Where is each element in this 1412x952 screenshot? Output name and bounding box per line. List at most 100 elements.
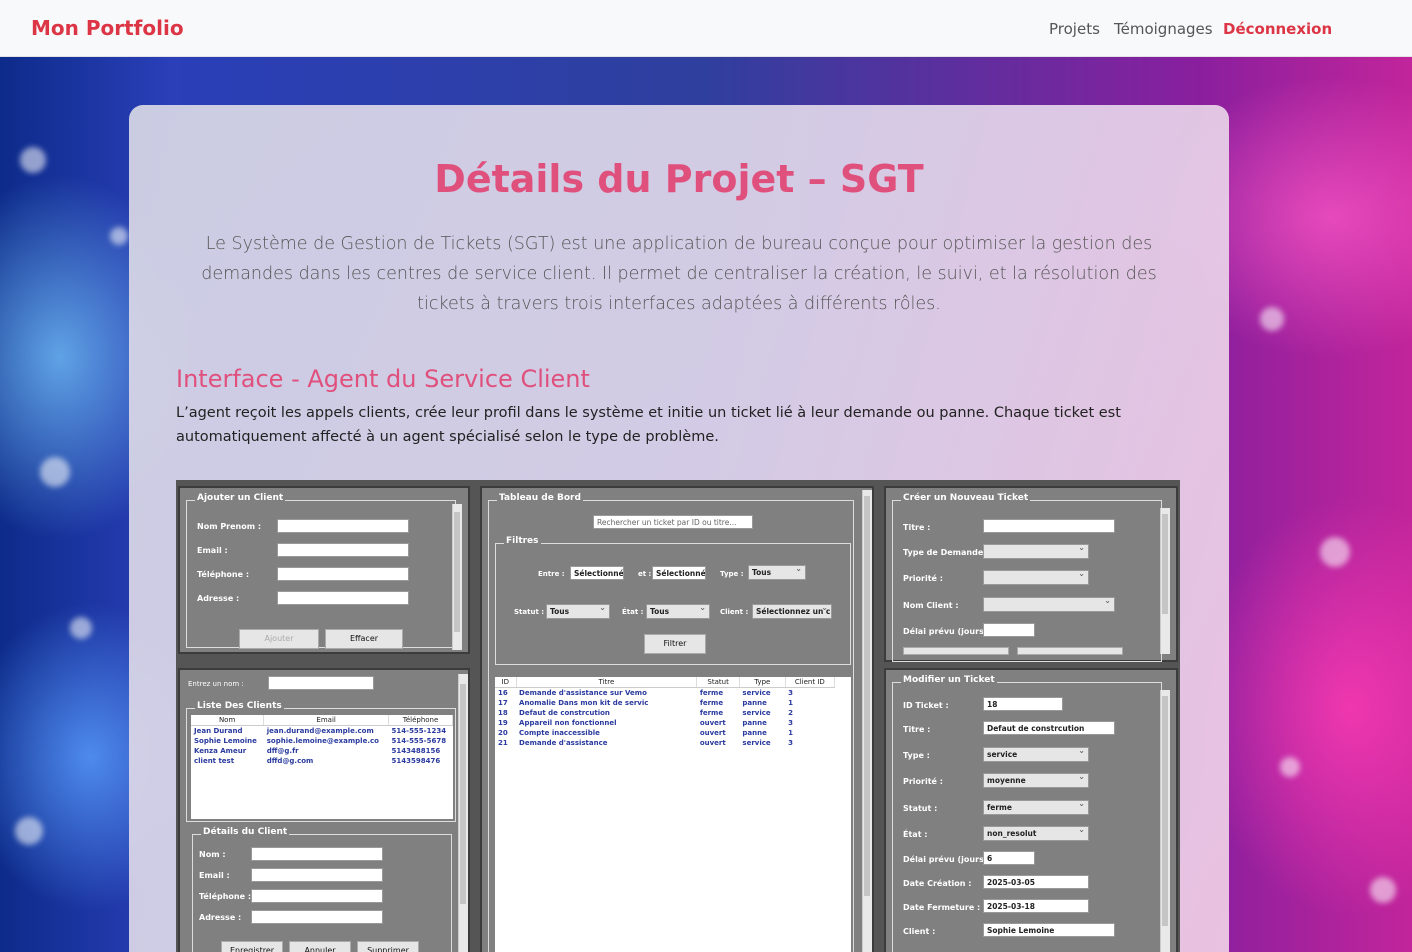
client-search-input[interactable] [268, 676, 374, 690]
edit-etat-select[interactable]: non_resolut [983, 826, 1089, 841]
client-search-label: Entrez un nom : [188, 680, 244, 688]
date-from-picker[interactable]: Sélectionné [570, 566, 624, 580]
filters-title: Filtres [504, 536, 541, 546]
edit-client-input[interactable]: Sophie Lemoine [983, 923, 1115, 937]
tickets-table[interactable]: ID Titre Statut Type Client ID 16 Demande… [495, 677, 851, 952]
new-ticket-type-select[interactable] [983, 544, 1089, 559]
filter-type-label: Type : [720, 570, 744, 578]
delete-client-button[interactable]: Supprimer [357, 941, 419, 952]
edit-ticket-scrollbar[interactable] [1160, 690, 1170, 952]
client-list-table[interactable]: Nom Email Téléphone Jean Durand jean.dura… [191, 715, 453, 819]
label-adresse: Adresse : [197, 594, 240, 603]
type-select[interactable]: Tous [748, 565, 806, 580]
table-row[interactable]: client test dffd@g.com 5143598476 [191, 756, 453, 766]
cancel-client-button[interactable]: Annuler [289, 941, 351, 952]
nom-prenom-input[interactable] [277, 519, 409, 533]
edit-titre-input[interactable]: Defaut de constrcution [983, 721, 1115, 735]
new-ticket-titre-input[interactable] [983, 519, 1115, 533]
table-row[interactable]: 16 Demande d'assistance sur Vemo ferme serv… [495, 688, 835, 699]
table-row[interactable]: 20 Compte inaccessible ouvert panne 1 [495, 728, 835, 738]
new-ticket-label-type: Type de Demande : [903, 548, 990, 557]
ticket-search-input[interactable]: Rechercher un ticket par ID ou titre... [593, 515, 753, 529]
email-input[interactable] [277, 543, 409, 557]
table-row[interactable]: 18 Defaut de constrcution ferme service 2 [495, 708, 835, 718]
adresse-input[interactable] [277, 591, 409, 605]
edit-priorite-select[interactable]: moyenne [983, 773, 1089, 788]
filter-statut-label: Statut : [514, 608, 545, 616]
clear-button[interactable]: Effacer [325, 629, 403, 649]
col-telephone[interactable]: Téléphone [388, 715, 453, 726]
brand-link[interactable]: Mon Portfolio [31, 16, 184, 40]
col-type[interactable]: Type [739, 677, 786, 688]
new-ticket-label-delai: Délai prévu (jours) : [903, 627, 994, 636]
etat-select[interactable]: Tous [646, 604, 710, 619]
dashboard-group: Tableau de Bord Rechercher un ticket par… [488, 493, 854, 952]
dashboard-scrollbar[interactable] [862, 490, 872, 952]
col-statut[interactable]: Statut [696, 677, 740, 688]
client-list-group: Liste Des Clients Nom Email Téléphone Je… [186, 701, 456, 822]
details-telephone-input[interactable] [251, 889, 383, 903]
add-client-button[interactable]: Ajouter [239, 629, 319, 649]
edit-delai-input[interactable]: 6 [983, 851, 1035, 865]
col-titre[interactable]: Titre [516, 677, 698, 688]
add-client-scrollbar[interactable] [452, 504, 462, 650]
details-label-telephone: Téléphone : [199, 892, 252, 901]
table-row[interactable]: 19 Appareil non fonctionnel ouvert panne 3 [495, 718, 835, 728]
new-ticket-scrollbar[interactable] [1160, 508, 1170, 654]
edit-type-select[interactable]: service [983, 747, 1089, 762]
new-ticket-delai-input[interactable] [983, 623, 1035, 637]
table-row[interactable]: Kenza Ameur dff@g.fr 5143488156 [191, 746, 453, 756]
filter-button[interactable]: Filtrer [644, 634, 706, 654]
label-telephone: Téléphone : [197, 570, 250, 579]
col-client-id[interactable]: Client ID [785, 677, 836, 688]
edit-label-type: Type : [903, 751, 930, 760]
table-row[interactable]: 17 Anomalie Dans mon kit de servic ferme pa… [495, 698, 835, 708]
project-intro: Le Système de Gestion de Tickets (SGT) e… [201, 234, 1157, 314]
nav-link-projets[interactable]: Projets [1049, 20, 1100, 38]
new-ticket-pane: Créer un Nouveau Ticket Titre : Type de … [884, 486, 1178, 662]
col-nom[interactable]: Nom [191, 715, 265, 726]
new-ticket-button-b[interactable] [1017, 647, 1123, 655]
new-ticket-label-priorite: Priorité : [903, 574, 943, 583]
table-row[interactable]: Sophie Lemoine sophie.lemoine@example.co 5… [191, 736, 453, 746]
details-adresse-input[interactable] [251, 910, 383, 924]
statut-select[interactable]: Tous [546, 604, 610, 619]
clients-scrollbar[interactable] [458, 674, 468, 952]
edit-id-input[interactable]: 18 [983, 697, 1063, 711]
edit-date-creation-input[interactable]: 2025-03-05 [983, 875, 1089, 889]
nav-link-temoignages[interactable]: Témoignages [1114, 20, 1213, 38]
nav-link-deconnexion[interactable]: Déconnexion [1223, 20, 1332, 38]
details-email-input[interactable] [251, 868, 383, 882]
section-text: L’agent reçoit les appels clients, crée … [176, 405, 1121, 445]
table-row[interactable]: Jean Durand jean.durand@example.com 514-55… [191, 726, 453, 737]
app-screenshot: Ajouter un Client Nom Prenom : Email : T… [176, 480, 1180, 952]
add-client-pane: Ajouter un Client Nom Prenom : Email : T… [178, 486, 470, 654]
edit-label-statut: Statut : [903, 804, 938, 813]
new-ticket-priorite-select[interactable] [983, 570, 1089, 585]
dashboard-pane: Tableau de Bord Rechercher un ticket par… [480, 486, 874, 952]
edit-label-titre: Titre : [903, 725, 931, 734]
save-client-button[interactable]: Enregistrer [221, 941, 283, 952]
telephone-input[interactable] [277, 567, 409, 581]
col-email[interactable]: Email [263, 715, 390, 726]
edit-label-delai: Délai prévu (jours) : [903, 855, 994, 864]
new-ticket-button-a[interactable] [903, 647, 1009, 655]
filter-entre-label: Entre : [538, 570, 565, 578]
edit-ticket-pane: Modifier un Ticket ID Ticket : Titre : T… [884, 668, 1178, 952]
col-id[interactable]: ID [495, 677, 517, 688]
filter-client-label: Client : [720, 608, 749, 616]
edit-statut-select[interactable]: ferme [983, 800, 1089, 815]
section-title: Interface - Agent du Service Client [176, 365, 590, 393]
table-row[interactable]: 21 Demande d'assistance ouvert service 3 [495, 738, 835, 748]
client-list-title: Liste Des Clients [195, 701, 284, 711]
new-ticket-client-select[interactable] [983, 597, 1115, 612]
edit-ticket-group: Modifier un Ticket ID Ticket : Titre : T… [892, 675, 1162, 952]
new-ticket-label-titre: Titre : [903, 523, 931, 532]
client-select[interactable]: Sélectionnez un cli [752, 604, 832, 619]
dashboard-title: Tableau de Bord [497, 493, 583, 503]
navbar: Mon Portfolio Projets Témoignages Déconn… [0, 0, 1412, 57]
details-nom-input[interactable] [251, 847, 383, 861]
filter-etat-label: État : [622, 608, 644, 616]
edit-date-fermeture-input[interactable]: 2025-03-18 [983, 899, 1089, 913]
date-to-picker[interactable]: Sélectionné [652, 566, 706, 580]
